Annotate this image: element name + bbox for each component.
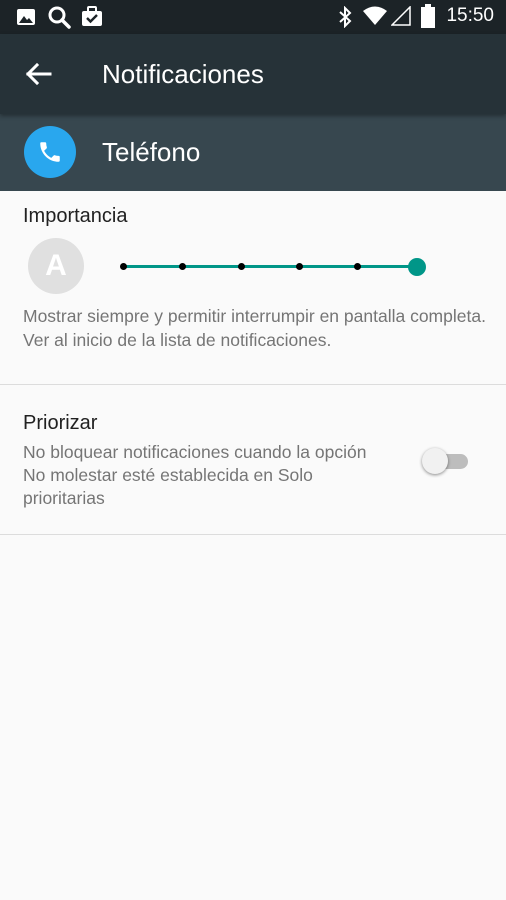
page-title: Notificaciones	[102, 59, 264, 89]
search-icon	[48, 6, 71, 29]
importance-title: Importancia	[23, 205, 128, 227]
app-icon	[24, 126, 76, 178]
phone-icon	[40, 142, 60, 162]
importance-avatar: A	[28, 238, 84, 294]
image-icon	[17, 9, 35, 25]
slider-tick	[179, 263, 186, 270]
priority-title: Priorizar	[23, 412, 98, 434]
status-bar: 15:50	[0, 0, 506, 34]
slider-tick	[238, 263, 245, 270]
priority-description: No bloquear notificaciones cuando la opc…	[23, 442, 367, 508]
app-bar: Notificaciones	[0, 34, 506, 114]
briefcase-icon	[82, 6, 102, 26]
toggle-thumb	[422, 448, 448, 474]
slider-tick	[354, 263, 361, 270]
app-header: Teléfono	[0, 114, 506, 191]
back-arrow-icon	[25, 62, 52, 86]
slider-thumb[interactable]	[408, 258, 426, 276]
importance-description: Mostrar siempre y permitir interrumpir e…	[23, 306, 486, 350]
slider-tick	[296, 263, 303, 270]
importance-slider[interactable]	[112, 250, 432, 284]
slider-track	[123, 265, 417, 268]
back-button[interactable]	[22, 58, 56, 90]
app-name: Teléfono	[102, 137, 201, 167]
divider	[0, 534, 506, 535]
status-time: 15:50	[446, 5, 494, 26]
slider-tick	[120, 263, 127, 270]
bluetooth-icon	[339, 6, 352, 28]
wifi-icon	[363, 6, 387, 25]
cell-signal-icon	[391, 6, 411, 26]
divider	[0, 384, 506, 385]
battery-icon	[421, 4, 435, 28]
priority-toggle[interactable]	[422, 447, 472, 475]
